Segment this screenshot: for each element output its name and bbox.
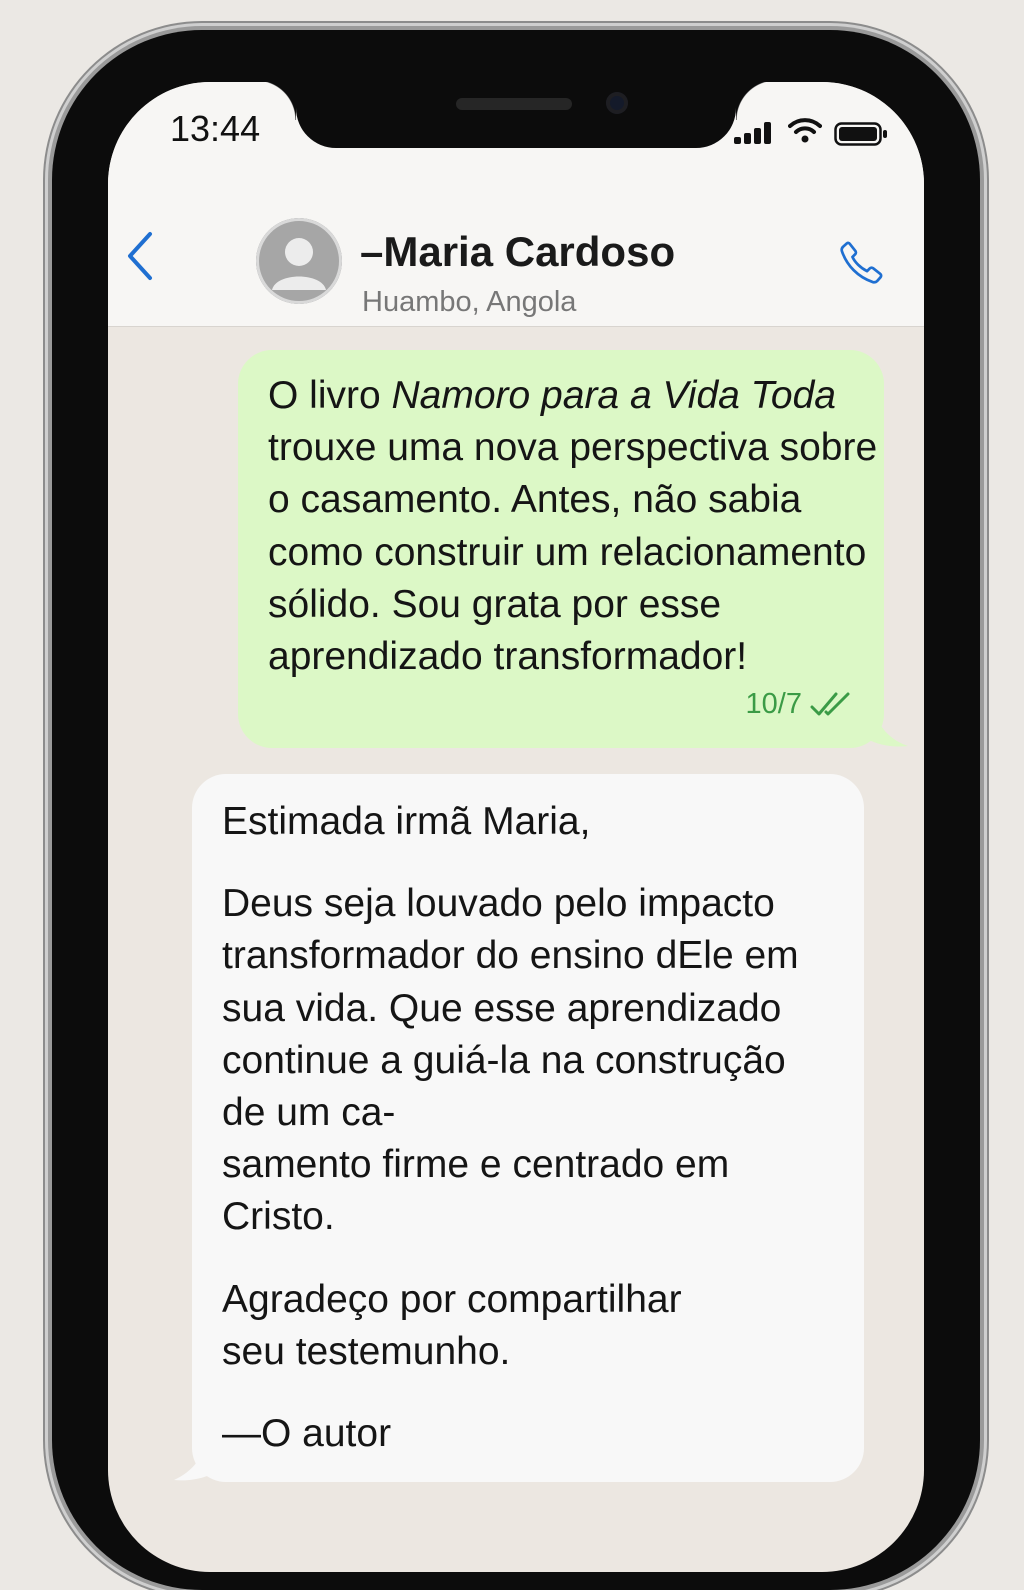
front-camera xyxy=(606,92,628,114)
battery-icon xyxy=(834,122,887,146)
contact-location: Huambo, Angola xyxy=(362,286,577,318)
phone-icon[interactable] xyxy=(836,238,886,288)
message-text-part: trouxe uma nova perspectiva sobre o casa… xyxy=(268,426,878,679)
incoming-message-bubble[interactable]: Estimada irmã Maria, Deus seja louvado p… xyxy=(192,774,864,1482)
message-greeting: Estimada irmã Maria, xyxy=(222,800,591,843)
contact-name[interactable]: –Maria Cardoso xyxy=(360,228,675,276)
earpiece-speaker xyxy=(456,98,572,110)
wifi-icon xyxy=(788,118,822,143)
message-text-part: O livro xyxy=(268,374,392,417)
outgoing-message-bubble[interactable]: O livro Namoro para a Vida Toda trouxe u… xyxy=(238,350,884,748)
book-title: Namoro para a Vida Toda xyxy=(391,374,836,417)
message-meta: 10/7 xyxy=(746,678,854,730)
message-signature: —O autor xyxy=(222,1412,392,1456)
chevron-left-icon[interactable] xyxy=(124,230,158,282)
message-paragraph: Deus seja louvado pelo impacto transform… xyxy=(222,882,799,1239)
default-user-avatar-icon[interactable] xyxy=(256,218,342,304)
status-time: 13:44 xyxy=(170,108,261,149)
message-date: 10/7 xyxy=(745,687,802,720)
double-check-read-icon xyxy=(810,692,850,716)
notch xyxy=(256,82,776,148)
phone-frame: 13:44 –Maria Cardoso Huambo, Angola O li… xyxy=(52,30,980,1590)
outgoing-message-text: O livro Namoro para a Vida Toda trouxe u… xyxy=(268,370,888,683)
chat-header: –Maria Cardoso Huambo, Angola xyxy=(108,178,924,327)
message-paragraph: Agradeço por compartilhar seu testemunho… xyxy=(222,1277,682,1373)
cellular-signal-icon xyxy=(734,122,774,144)
phone-screen: 13:44 –Maria Cardoso Huambo, Angola O li… xyxy=(108,82,924,1572)
